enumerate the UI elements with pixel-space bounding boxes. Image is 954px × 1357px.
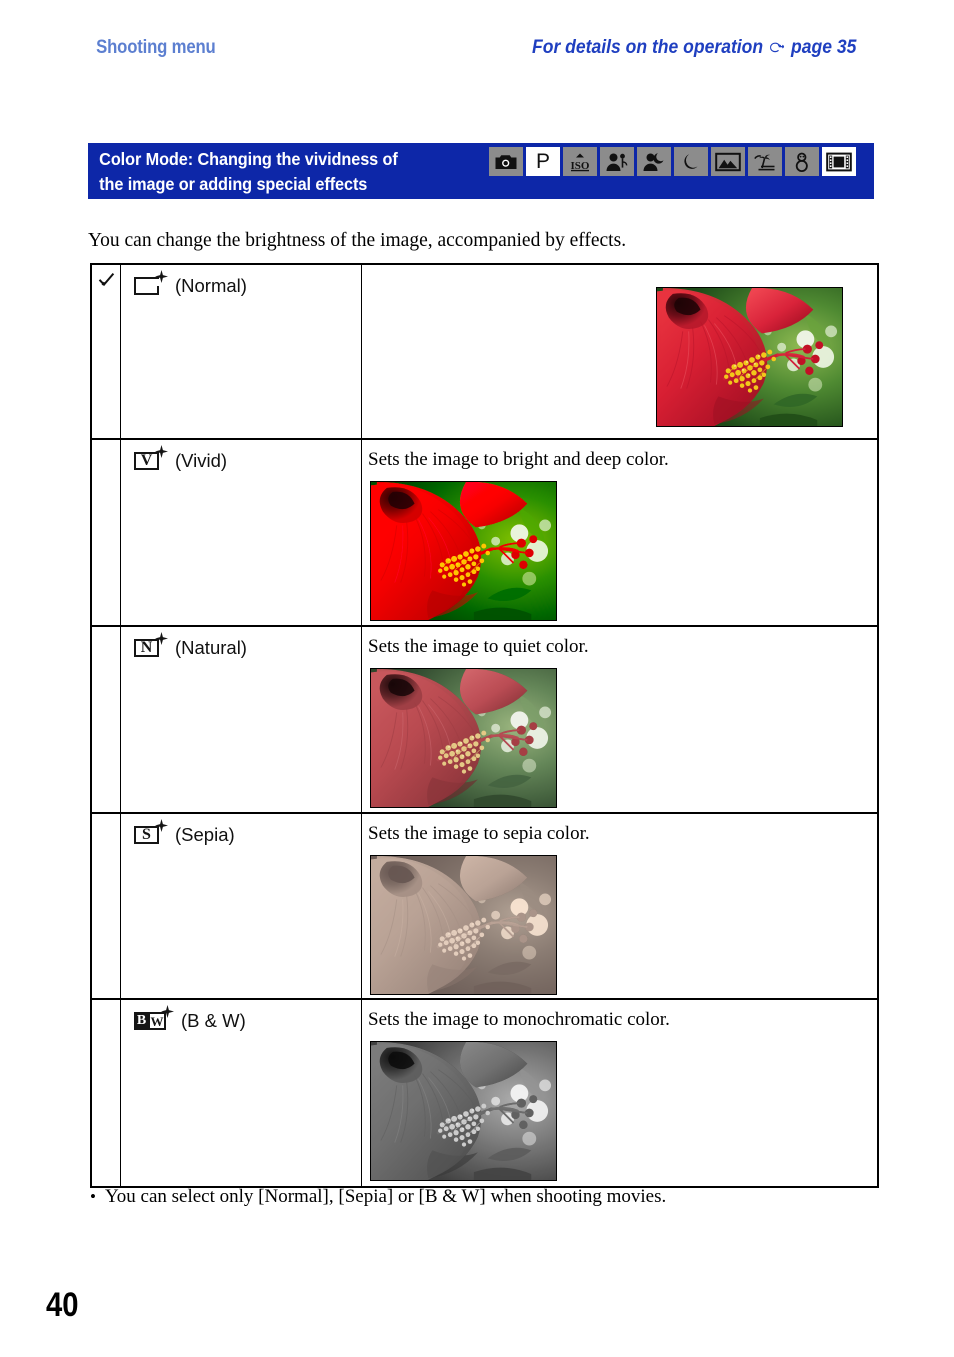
option-name: (B & W) xyxy=(181,1010,246,1031)
sample-photo-sepia xyxy=(370,855,557,995)
header-reference-text: For details on the operation xyxy=(531,36,763,58)
sample-photo-normal xyxy=(656,287,843,427)
section-intro-text: You can change the brightness of the ima… xyxy=(88,230,627,251)
default-setting-check-cell xyxy=(92,265,121,438)
option-description-cell: Sets the image to quiet color. xyxy=(362,627,877,812)
table-row[interactable]: V (Vivid) Sets the image to bright and d… xyxy=(92,440,877,627)
sample-photo-black-and-white xyxy=(370,1041,557,1181)
auto-camera-mode-icon xyxy=(489,147,523,176)
option-description: Sets the image to sepia color. xyxy=(368,823,590,844)
snow-mode-icon xyxy=(785,147,819,176)
option-name: (Natural) xyxy=(175,637,247,658)
beach-mode-icon xyxy=(748,147,782,176)
option-description-cell: Sets the image to sepia color. xyxy=(362,814,877,998)
option-name: (Sepia) xyxy=(175,824,235,845)
sample-photo-natural xyxy=(370,668,557,808)
sample-photo-vivid xyxy=(370,481,557,621)
option-label-cell: N (Natural) xyxy=(121,627,362,812)
program-mode-letter: P xyxy=(535,150,550,173)
vivid-icon-letter: V xyxy=(140,452,153,469)
footnote: • You can select only [Normal], [Sepia] … xyxy=(90,1186,666,1208)
movie-mode-icon xyxy=(822,147,856,176)
default-setting-check-cell xyxy=(92,627,121,812)
section-title-band: Color Mode: Changing the vividness of th… xyxy=(88,143,874,199)
checkmark-icon xyxy=(98,272,114,287)
section-title: Color Mode: Changing the vividness of th… xyxy=(88,143,471,199)
bw-icon-letter-b: B xyxy=(136,1013,147,1028)
table-row[interactable]: B W (B & W) Sets the image to monochroma… xyxy=(92,1000,877,1186)
sparkle-icon xyxy=(155,819,168,832)
option-description: Sets the image to quiet color. xyxy=(368,636,589,657)
default-setting-check-cell xyxy=(92,440,121,625)
table-row[interactable]: N (Natural) Sets the image to quiet colo… xyxy=(92,627,877,814)
table-row[interactable]: (Normal) xyxy=(92,265,877,440)
option-description: Sets the image to monochromatic color. xyxy=(368,1009,670,1030)
header-reference-page: page 35 xyxy=(790,36,856,58)
sparkle-icon xyxy=(155,632,168,645)
header-reference-note: For details on the operation page 35 xyxy=(532,36,856,59)
pointing-hand-icon xyxy=(768,40,785,58)
bullet-icon: • xyxy=(90,1187,96,1206)
sparkle-icon xyxy=(155,270,168,283)
option-label-cell: S (Sepia) xyxy=(121,814,362,998)
sparkle-icon xyxy=(161,1005,174,1018)
option-label-cell: B W (B & W) xyxy=(121,1000,362,1186)
high-sensitivity-iso-mode-icon: ISO xyxy=(563,147,597,176)
default-setting-check-cell xyxy=(92,814,121,998)
option-label-cell: V (Vivid) xyxy=(121,440,362,625)
sepia-icon-letter: S xyxy=(142,826,151,843)
option-description-cell: Sets the image to bright and deep color. xyxy=(362,440,877,625)
sparkle-icon xyxy=(155,445,168,458)
vivid-color-mode-icon: V xyxy=(134,445,168,473)
sepia-color-mode-icon: S xyxy=(134,819,168,847)
option-description-cell: Sets the image to monochromatic color. xyxy=(362,1000,877,1186)
page-number: 40 xyxy=(46,1286,79,1324)
section-title-line-1: Color Mode: Changing the vividness of xyxy=(99,149,398,169)
soft-snap-mode-icon xyxy=(600,147,634,176)
option-description-cell xyxy=(362,265,877,438)
natural-color-mode-icon: N xyxy=(134,632,168,660)
program-auto-mode-icon: P xyxy=(526,147,560,176)
option-name: (Normal) xyxy=(175,275,247,296)
twilight-portrait-mode-icon xyxy=(637,147,671,176)
table-row[interactable]: S (Sepia) Sets the image to sepia color. xyxy=(92,814,877,1000)
landscape-mode-icon xyxy=(711,147,745,176)
page-running-header: Shooting menu For details on the operati… xyxy=(88,36,874,66)
twilight-mode-icon xyxy=(674,147,708,176)
section-title-line-2: the image or adding special effects xyxy=(99,174,368,194)
option-label-cell: (Normal) xyxy=(121,265,362,438)
natural-icon-letter: N xyxy=(140,639,153,656)
option-description: Sets the image to bright and deep color. xyxy=(368,449,669,470)
applicable-shooting-modes: P ISO xyxy=(489,147,856,176)
header-section-title: Shooting menu xyxy=(96,37,216,58)
normal-color-mode-icon xyxy=(134,270,168,298)
color-mode-options-table: (Normal) V (Vivid) Sets the image to bri… xyxy=(90,263,879,1188)
black-and-white-color-mode-icon: B W xyxy=(134,1005,174,1033)
footnote-text: You can select only [Normal], [Sepia] or… xyxy=(104,1186,667,1207)
default-setting-check-cell xyxy=(92,1000,121,1186)
option-name: (Vivid) xyxy=(175,450,228,471)
